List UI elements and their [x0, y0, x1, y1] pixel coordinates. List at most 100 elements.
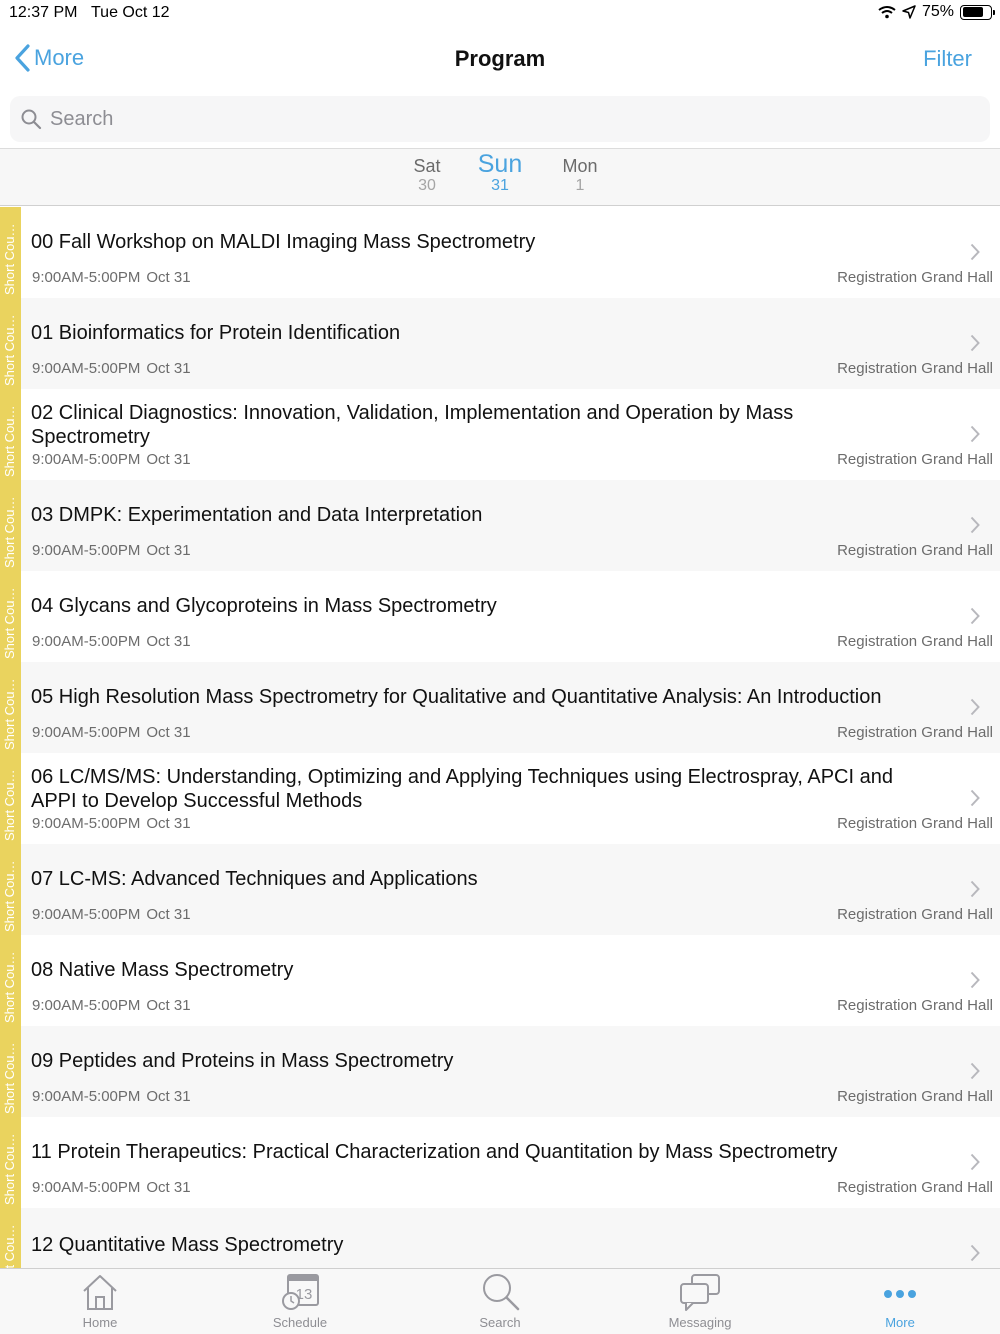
house-icon [83, 1275, 117, 1310]
day-name: Sun [477, 150, 523, 178]
session-time-range: 9:00AM-5:00PM [32, 906, 141, 923]
session-date: Oct 31 [146, 633, 191, 650]
day-name: Sat [413, 156, 441, 176]
track-label: Short Cou… [2, 223, 17, 295]
session-location: Registration Grand Hall [837, 451, 993, 468]
session-time: 9:00AM-5:00PM Oct 31 [32, 906, 191, 923]
track-label: Short Cou… [2, 314, 17, 386]
session-time: 9:00AM-5:00PM Oct 31 [32, 1179, 191, 1196]
session-location: Registration Grand Hall [837, 269, 993, 286]
session-row[interactable]: Short Cou… 12 Quantitative Mass Spectrom… [0, 1208, 1000, 1268]
tab-search[interactable]: Search [400, 1269, 600, 1334]
session-location: Registration Grand Hall [837, 542, 993, 559]
tab-label: More [885, 1315, 915, 1330]
session-date: Oct 31 [146, 815, 191, 832]
day-name: Mon [562, 156, 598, 176]
chevron-right-icon [970, 1244, 980, 1262]
session-time-range: 9:00AM-5:00PM [32, 633, 141, 650]
session-date: Oct 31 [146, 542, 191, 559]
tab-label: Search [479, 1315, 521, 1330]
session-date: Oct 31 [146, 360, 191, 377]
session-row[interactable]: Short Cou… 07 LC-MS: Advanced Techniques… [0, 844, 1000, 935]
tab-more[interactable]: More [800, 1269, 1000, 1334]
track-label: Short Cou… [2, 1133, 17, 1205]
session-row[interactable]: Short Cou… 06 LC/MS/MS: Understanding, O… [0, 753, 1000, 844]
tab-messaging[interactable]: Messaging [600, 1269, 800, 1334]
track-color-bar: Short Cou… [0, 389, 21, 480]
session-title: 09 Peptides and Proteins in Mass Spectro… [31, 1050, 454, 1072]
track-label: Short Cou… [2, 769, 17, 841]
track-label: Short Cou… [2, 1224, 17, 1268]
chevron-right-icon [970, 789, 980, 807]
session-row[interactable]: Short Cou… 05 High Resolution Mass Spect… [0, 662, 1000, 753]
session-date: Oct 31 [146, 906, 191, 923]
session-time-range: 9:00AM-5:00PM [32, 1088, 141, 1105]
session-date: Oct 31 [146, 1179, 191, 1196]
status-time: 12:37 PM [9, 4, 78, 21]
session-time: 9:00AM-5:00PM Oct 31 [32, 1088, 191, 1105]
status-bar: 12:37 PM Tue Oct 12 75% [0, 0, 1000, 28]
chat-bubbles-icon [680, 1274, 720, 1311]
tab-schedule[interactable]: 13 Schedule [200, 1269, 400, 1334]
day-tab-mon[interactable]: Mon 1 [556, 155, 604, 195]
session-title: 05 High Resolution Mass Spectrometry for… [31, 686, 882, 708]
battery-percent: 75% [921, 3, 954, 20]
tab-label: Home [82, 1315, 118, 1330]
session-row[interactable]: Short Cou… 00 Fall Workshop on MALDI Ima… [0, 207, 1000, 298]
session-time: 9:00AM-5:00PM Oct 31 [32, 724, 191, 741]
chevron-right-icon [970, 607, 980, 625]
session-row[interactable]: Short Cou… 03 DMPK: Experimentation and … [0, 480, 1000, 571]
session-title: 07 LC-MS: Advanced Techniques and Applic… [31, 868, 478, 890]
track-color-bar: Short Cou… [0, 662, 21, 753]
chevron-right-icon [970, 880, 980, 898]
session-title: 06 LC/MS/MS: Understanding, Optimizing a… [31, 766, 893, 812]
day-tab-sun[interactable]: Sun 31 [474, 151, 526, 195]
session-time-range: 9:00AM-5:00PM [32, 269, 141, 286]
track-label: Short Cou… [2, 496, 17, 568]
day-number: 1 [575, 177, 585, 194]
day-number: 31 [491, 177, 509, 194]
search-icon [21, 109, 42, 130]
chevron-right-icon [970, 698, 980, 716]
search-input[interactable] [50, 107, 950, 131]
track-color-bar: Short Cou… [0, 480, 21, 571]
session-location: Registration Grand Hall [837, 906, 993, 923]
session-list[interactable]: Short Cou… 00 Fall Workshop on MALDI Ima… [0, 207, 1000, 1268]
session-date: Oct 31 [146, 1088, 191, 1105]
chevron-right-icon [970, 334, 980, 352]
session-location: Registration Grand Hall [837, 1088, 993, 1105]
filter-button[interactable]: Filter [923, 46, 972, 72]
day-number: 30 [418, 177, 436, 194]
session-row[interactable]: Short Cou… 04 Glycans and Glycoproteins … [0, 571, 1000, 662]
chevron-right-icon [970, 971, 980, 989]
session-time: 9:00AM-5:00PM Oct 31 [32, 542, 191, 559]
track-label: Short Cou… [2, 951, 17, 1023]
session-row[interactable]: Short Cou… 02 Clinical Diagnostics: Inno… [0, 389, 1000, 480]
track-color-bar: Short Cou… [0, 298, 21, 389]
battery-fill [962, 7, 983, 17]
day-tab-sat[interactable]: Sat 30 [406, 155, 448, 195]
track-label: Short Cou… [2, 587, 17, 659]
session-time-range: 9:00AM-5:00PM [32, 724, 141, 741]
track-label: Short Cou… [2, 1042, 17, 1114]
track-label: Short Cou… [2, 678, 17, 750]
session-date: Oct 31 [146, 269, 191, 286]
session-row[interactable]: Short Cou… 08 Native Mass Spectrometry 9… [0, 935, 1000, 1026]
session-title: 04 Glycans and Glycoproteins in Mass Spe… [31, 595, 497, 617]
track-color-bar: Short Cou… [0, 1026, 21, 1117]
session-time: 9:00AM-5:00PM Oct 31 [32, 633, 191, 650]
session-time: 9:00AM-5:00PM Oct 31 [32, 815, 191, 832]
session-time-range: 9:00AM-5:00PM [32, 542, 141, 559]
page-title: Program [454, 46, 546, 71]
tab-home[interactable]: Home [0, 1269, 200, 1334]
day-selector: Sat 30 Sun 31 Mon 1 [0, 148, 1000, 206]
status-indicators: 75% [878, 3, 995, 21]
track-color-bar: Short Cou… [0, 571, 21, 662]
track-color-bar: Short Cou… [0, 207, 21, 298]
session-row[interactable]: Short Cou… 11 Protein Therapeutics: Prac… [0, 1117, 1000, 1208]
session-time: 9:00AM-5:00PM Oct 31 [32, 269, 191, 286]
session-row[interactable]: Short Cou… 09 Peptides and Proteins in M… [0, 1026, 1000, 1117]
session-row[interactable]: Short Cou… 01 Bioinformatics for Protein… [0, 298, 1000, 389]
search-bar[interactable] [10, 96, 990, 142]
status-date: Tue Oct 12 [91, 4, 170, 21]
